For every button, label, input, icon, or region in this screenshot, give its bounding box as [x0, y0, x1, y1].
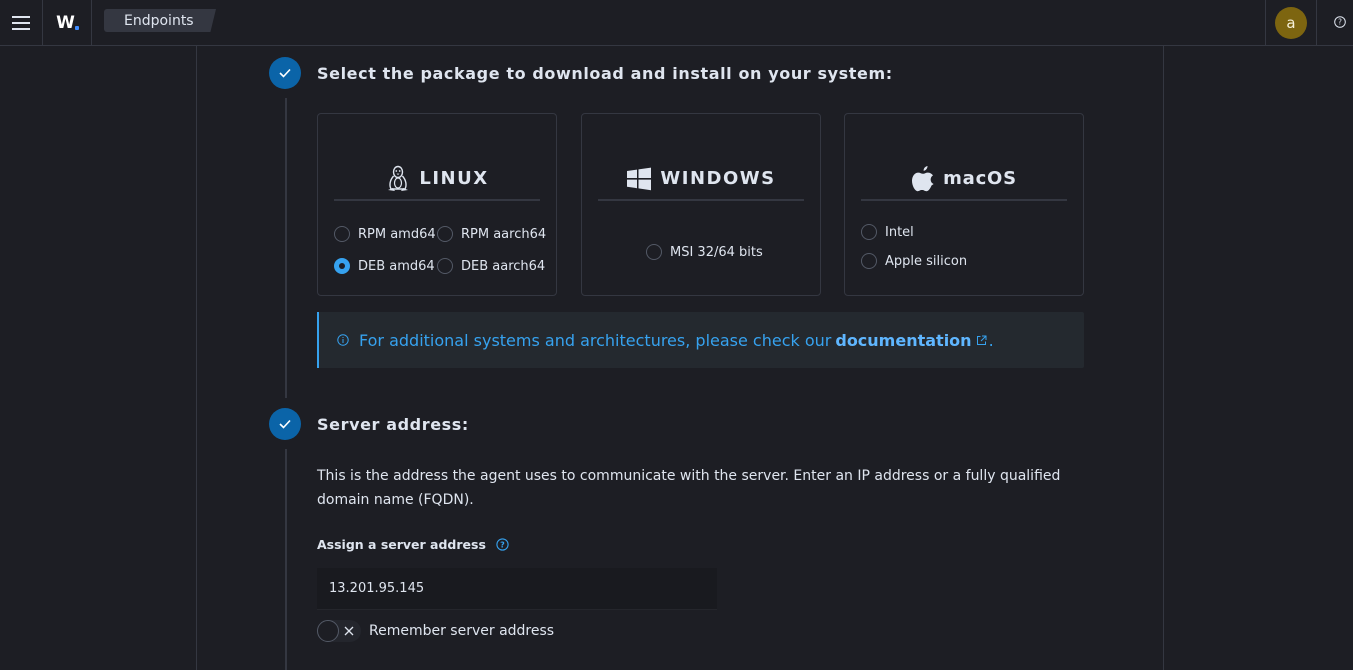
info-callout: For additional systems and architectures… — [317, 312, 1084, 368]
top-header: W Endpoints a ? — [0, 0, 1353, 46]
step1-title: Select the package to download and insta… — [317, 64, 893, 83]
radio-circle[interactable] — [861, 253, 877, 269]
step2-complete-badge — [269, 408, 301, 440]
callout-text: For additional systems and architectures… — [359, 330, 832, 350]
external-link-icon[interactable] — [976, 335, 987, 346]
radio-deb-aarch64[interactable]: DEB aarch64 — [437, 258, 545, 274]
radio-label: Apple silicon — [885, 253, 968, 269]
macos-card-header: macOS — [861, 158, 1067, 201]
step-connector — [285, 449, 287, 670]
main-panel: Select the package to download and insta… — [196, 46, 1164, 670]
logo-text: W — [56, 12, 75, 33]
info-icon — [337, 334, 349, 346]
help-button[interactable]: ? — [1330, 12, 1350, 32]
remember-server-toggle-row: Remember server address — [317, 620, 554, 642]
linux-tux-icon — [388, 165, 409, 191]
radio-circle[interactable] — [646, 244, 662, 260]
windows-card: WINDOWS MSI 32/64 bits — [581, 113, 821, 296]
radio-circle[interactable] — [334, 226, 350, 242]
radio-label: DEB aarch64 — [461, 258, 546, 274]
radio-label: RPM aarch64 — [461, 226, 547, 242]
server-address-label: Assign a server address ? — [317, 537, 509, 552]
radio-intel[interactable]: Intel — [861, 224, 914, 240]
radio-msi[interactable]: MSI 32/64 bits — [646, 244, 763, 260]
check-icon — [279, 68, 291, 78]
avatar: a — [1275, 6, 1307, 39]
remember-server-switch[interactable] — [317, 620, 361, 642]
remember-server-label: Remember server address — [369, 623, 555, 639]
callout-suffix: . — [988, 330, 994, 350]
radio-rpm-aarch64[interactable]: RPM aarch64 — [437, 226, 546, 242]
radio-circle-selected[interactable] — [334, 258, 350, 274]
radio-apple-silicon[interactable]: Apple silicon — [861, 253, 967, 269]
linux-label: LINUX — [419, 168, 489, 189]
windows-label: WINDOWS — [660, 168, 776, 189]
radio-label: Intel — [885, 224, 914, 240]
macos-label: macOS — [943, 168, 1017, 189]
logo-dot — [74, 25, 79, 30]
radio-rpm-amd64[interactable]: RPM amd64 — [334, 226, 436, 242]
step2-title: Server address: — [317, 415, 469, 434]
windows-card-header: WINDOWS — [598, 158, 804, 201]
question-icon[interactable]: ? — [496, 538, 509, 551]
help-icon: ? — [1334, 16, 1346, 28]
step-connector — [285, 98, 287, 398]
breadcrumb-endpoints[interactable]: Endpoints — [104, 9, 216, 32]
menu-button[interactable] — [0, 0, 43, 45]
close-icon — [344, 626, 354, 636]
radio-label: RPM amd64 — [358, 226, 436, 242]
svg-text:?: ? — [1338, 18, 1342, 27]
linux-card-header: LINUX — [334, 158, 540, 201]
server-address-label-text: Assign a server address — [317, 537, 486, 552]
switch-knob — [317, 620, 339, 642]
radio-circle[interactable] — [437, 258, 453, 274]
radio-deb-amd64[interactable]: DEB amd64 — [334, 258, 435, 274]
user-menu-button[interactable]: a — [1265, 0, 1317, 45]
hamburger-icon — [12, 15, 30, 30]
apple-logo-icon — [912, 165, 934, 191]
linux-card: LINUX RPM amd64 RPM aarch64 DEB amd64 DE… — [317, 113, 557, 296]
step1-complete-badge — [269, 57, 301, 89]
svg-text:?: ? — [500, 540, 505, 549]
radio-label: DEB amd64 — [358, 258, 435, 274]
server-address-description: This is the address the agent uses to co… — [317, 468, 1061, 508]
documentation-link[interactable]: documentation — [835, 331, 971, 350]
windows-logo-icon — [627, 167, 652, 190]
radio-circle[interactable] — [861, 224, 877, 240]
radio-circle[interactable] — [437, 226, 453, 242]
radio-label: MSI 32/64 bits — [670, 244, 763, 260]
server-address-input[interactable] — [317, 568, 717, 610]
app-logo[interactable]: W — [44, 0, 92, 45]
check-icon — [279, 419, 291, 429]
macos-card: macOS Intel Apple silicon — [844, 113, 1084, 296]
